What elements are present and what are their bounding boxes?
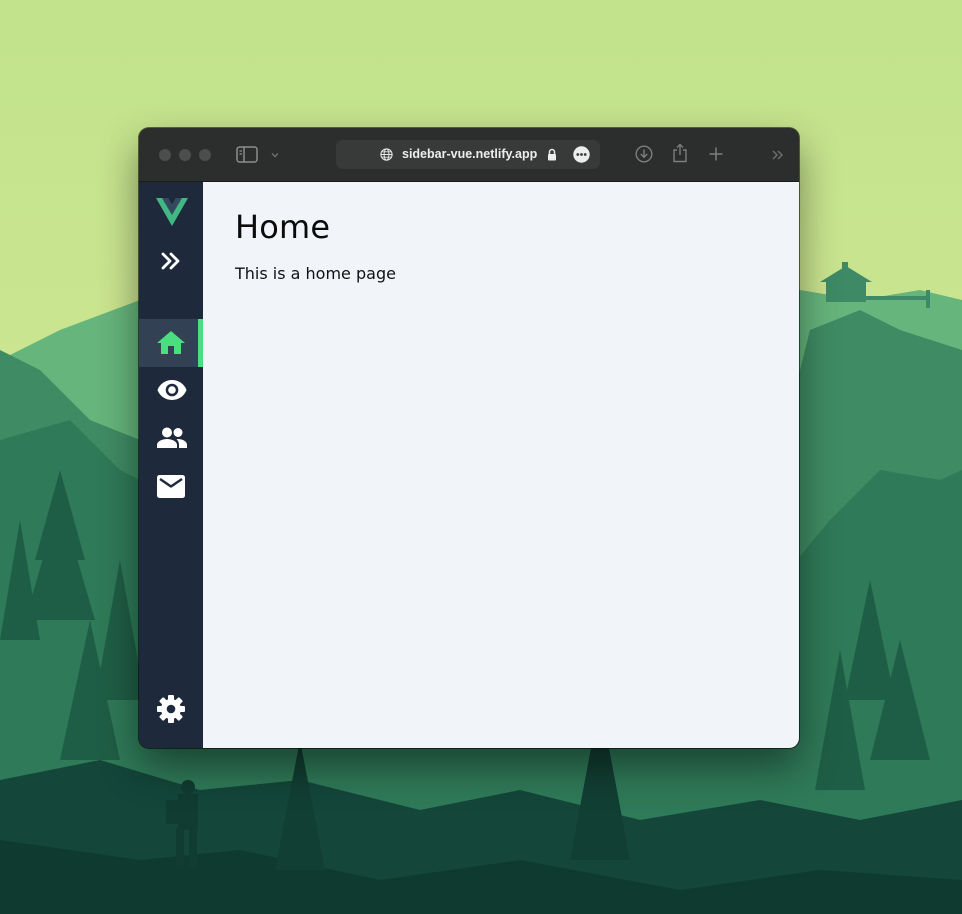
sidebar-item-home[interactable] (139, 319, 203, 367)
window-close-button[interactable] (159, 149, 171, 161)
browser-window: sidebar-vue.netlify.app Home This is a h… (139, 128, 799, 748)
double-chevron-right-icon[interactable] (771, 149, 785, 161)
new-tab-icon[interactable] (708, 146, 724, 162)
expand-toggle-button[interactable] (155, 246, 187, 276)
url-text: sidebar-vue.netlify.app (402, 147, 538, 161)
page-title: Home (235, 208, 331, 246)
chevron-down-icon[interactable] (270, 150, 280, 160)
eye-icon (157, 380, 187, 400)
sidebar-toggle-icon[interactable] (236, 146, 258, 163)
browser-toolbar: sidebar-vue.netlify.app (139, 128, 799, 182)
lock-icon (548, 148, 556, 161)
address-bar[interactable]: sidebar-vue.netlify.app (336, 140, 600, 169)
settings-button[interactable] (139, 684, 203, 732)
sidebar-item-contact[interactable] (139, 463, 203, 511)
window-maximize-button[interactable] (199, 149, 211, 161)
main-content: Home This is a home page (203, 182, 799, 748)
download-icon[interactable] (635, 145, 653, 163)
globe-icon (380, 148, 393, 161)
gear-icon (157, 695, 185, 723)
page-description: This is a home page (235, 264, 396, 283)
people-icon (157, 427, 187, 448)
sidebar (139, 182, 203, 748)
sidebar-item-about[interactable] (139, 367, 203, 415)
sidebar-item-team[interactable] (139, 415, 203, 463)
vue-logo-icon (156, 198, 188, 226)
share-icon[interactable] (672, 143, 688, 163)
more-options-icon[interactable] (573, 146, 590, 163)
mail-icon (157, 475, 185, 498)
window-minimize-button[interactable] (179, 149, 191, 161)
page-viewport: Home This is a home page (139, 182, 799, 748)
home-icon (157, 331, 185, 354)
